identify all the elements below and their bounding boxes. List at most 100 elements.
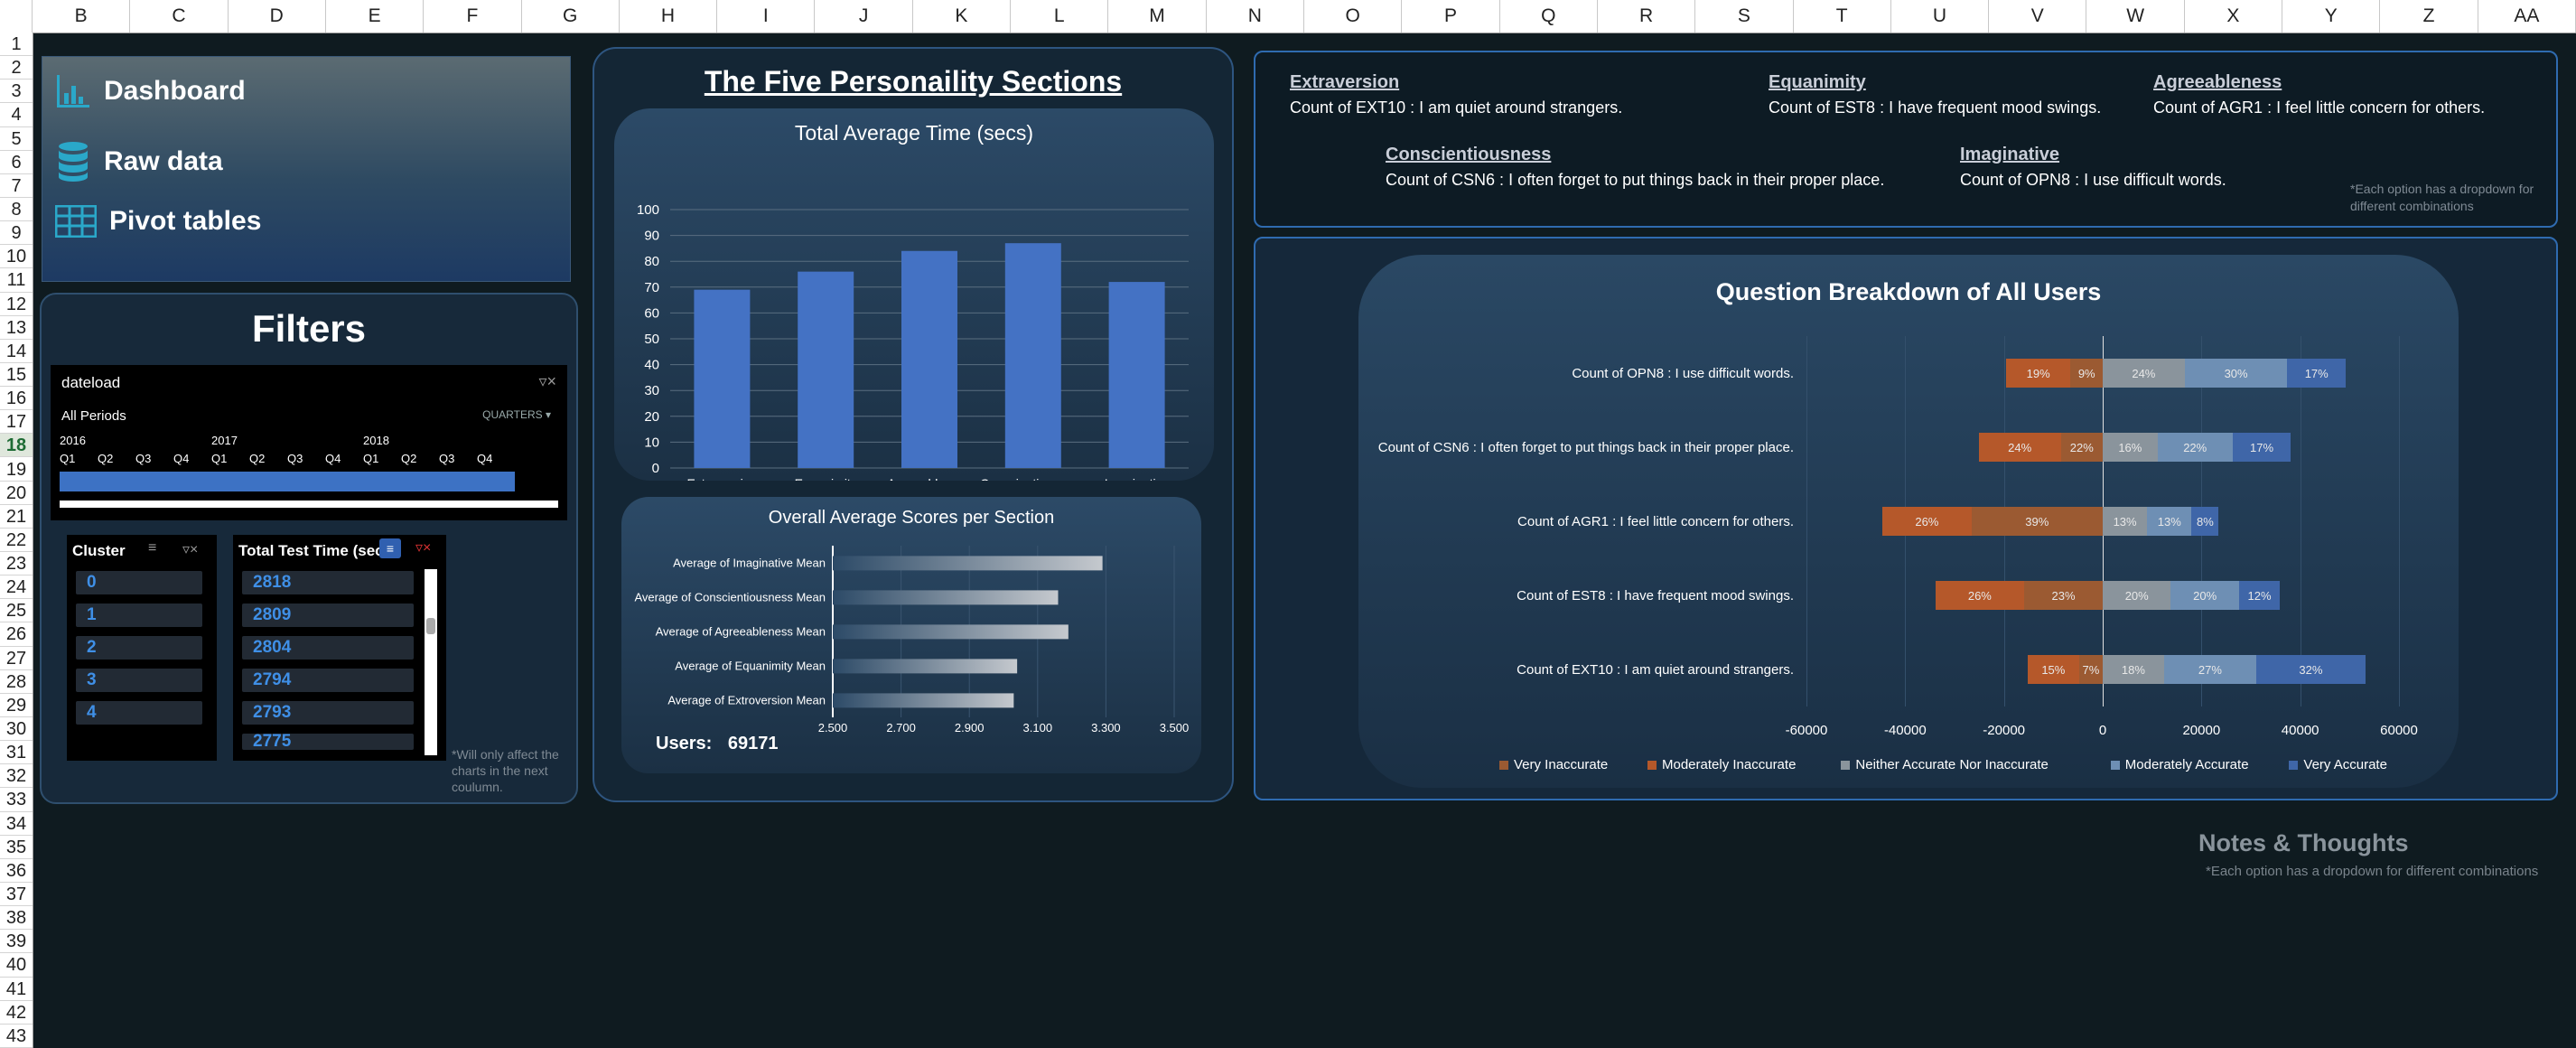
bar-segment[interactable]: 17% xyxy=(2287,359,2346,388)
row-header-cell[interactable]: 19 xyxy=(0,458,33,482)
row-header-cell[interactable]: 5 xyxy=(0,127,33,151)
column-header-cell[interactable]: H xyxy=(620,0,718,33)
timeline-quarter[interactable]: Q3 xyxy=(287,452,303,465)
column-header-cell[interactable]: P xyxy=(1402,0,1500,33)
cluster-item[interactable]: 0 xyxy=(76,571,202,594)
clear-filter-icon[interactable]: ▿× xyxy=(415,538,431,557)
column-header-cell[interactable]: S xyxy=(1695,0,1794,33)
row-header-cell[interactable]: 8 xyxy=(0,198,33,222)
nav-dashboard[interactable]: Dashboard xyxy=(55,73,246,109)
timeline-quarter[interactable]: Q3 xyxy=(439,452,454,465)
column-header-cell[interactable]: C xyxy=(130,0,229,33)
nav-raw-data[interactable]: Raw data xyxy=(55,140,223,183)
bar[interactable] xyxy=(833,556,1103,571)
row-header-cell[interactable]: 11 xyxy=(0,268,33,293)
bar-segment[interactable]: 17% xyxy=(2232,433,2291,462)
test-time-item[interactable]: 2809 xyxy=(242,604,414,627)
timeline-selection-bar[interactable] xyxy=(60,472,515,491)
column-header-cell[interactable]: U xyxy=(1891,0,1990,33)
timeline-scrollbar[interactable] xyxy=(60,501,558,508)
bar[interactable] xyxy=(798,271,854,468)
legend-item[interactable]: Moderately Inaccurate xyxy=(1647,757,1796,772)
legend-item[interactable]: Very Accurate xyxy=(2289,757,2387,772)
row-header-cell[interactable]: 10 xyxy=(0,245,33,269)
bar-segment[interactable]: 24% xyxy=(2103,359,2185,388)
bar-segment[interactable]: 19% xyxy=(2005,359,2071,388)
cluster-item[interactable]: 1 xyxy=(76,604,202,627)
row-header-cell[interactable]: 38 xyxy=(0,906,33,931)
row-header-cell[interactable]: 4 xyxy=(0,103,33,127)
select-all-corner[interactable] xyxy=(0,0,33,33)
timeline-quarter[interactable]: Q1 xyxy=(211,452,227,465)
row-header-cell[interactable]: 7 xyxy=(0,174,33,198)
row-header-cell[interactable]: 35 xyxy=(0,836,33,859)
row-header-cell[interactable]: 28 xyxy=(0,670,33,694)
bar-segment[interactable]: 22% xyxy=(2157,433,2233,462)
bar-segment[interactable]: 8% xyxy=(2191,507,2219,536)
column-header-cell[interactable]: Z xyxy=(2380,0,2478,33)
row-header-cell[interactable]: 25 xyxy=(0,599,33,623)
test-time-item[interactable]: 2775 xyxy=(242,734,414,750)
cluster-item[interactable]: 3 xyxy=(76,669,202,692)
clear-filter-icon[interactable]: ▿× xyxy=(538,372,556,391)
row-header-cell[interactable]: 42 xyxy=(0,1001,33,1025)
cluster-slicer[interactable]: Cluster ≡ ▿× 0 1 2 3 4 xyxy=(67,535,217,761)
legend-item[interactable]: Very Inaccurate xyxy=(1499,757,1608,772)
bar-segment[interactable]: 20% xyxy=(2103,581,2171,610)
column-header-cell[interactable]: F xyxy=(424,0,522,33)
column-header-cell[interactable]: O xyxy=(1304,0,1403,33)
row-header-cell[interactable]: 2 xyxy=(0,56,33,80)
bar[interactable] xyxy=(833,659,1018,674)
row-header-cell[interactable]: 12 xyxy=(0,293,33,316)
column-header-cell[interactable]: V xyxy=(1989,0,2087,33)
column-header-cell[interactable]: L xyxy=(1011,0,1109,33)
bar[interactable] xyxy=(1004,243,1061,468)
row-header-cell[interactable]: 43 xyxy=(0,1025,33,1048)
nav-pivot-tables[interactable]: Pivot tables xyxy=(55,205,261,238)
timeline-slicer[interactable]: dateload ▿× All Periods QUARTERS ▾ 2016 2… xyxy=(51,365,567,520)
row-header-cell[interactable]: 32 xyxy=(0,764,33,789)
row-header-cell[interactable]: 41 xyxy=(0,978,33,1001)
column-header-cell[interactable]: T xyxy=(1794,0,1891,33)
multi-select-icon[interactable]: ≡ xyxy=(379,538,401,558)
timeline-quarter[interactable]: Q4 xyxy=(173,452,189,465)
row-header-cell[interactable]: 18 xyxy=(0,434,33,458)
row-header-cell[interactable]: 21 xyxy=(0,505,33,529)
bar-segment[interactable]: 39% xyxy=(1971,507,2103,536)
bar[interactable] xyxy=(901,250,957,468)
row-header-cell[interactable]: 34 xyxy=(0,812,33,836)
test-time-item[interactable]: 2794 xyxy=(242,669,414,692)
row-header-cell[interactable]: 15 xyxy=(0,363,33,388)
bar-segment[interactable]: 26% xyxy=(1882,507,1972,536)
row-header-cell[interactable]: 36 xyxy=(0,859,33,883)
bar[interactable] xyxy=(694,289,751,468)
column-header-cell[interactable]: D xyxy=(229,0,326,33)
column-header-cell[interactable]: AA xyxy=(2478,0,2576,33)
bar[interactable] xyxy=(833,624,1069,640)
legend-item[interactable]: Moderately Accurate xyxy=(2110,757,2249,772)
timeline-quarter[interactable]: Q2 xyxy=(98,452,113,465)
row-header-cell[interactable]: 3 xyxy=(0,80,33,104)
bar-segment[interactable]: 22% xyxy=(2060,433,2103,462)
timeline-quarter[interactable]: Q4 xyxy=(477,452,492,465)
row-header-cell[interactable]: 20 xyxy=(0,482,33,505)
legend-item[interactable]: Neither Accurate Nor Inaccurate xyxy=(1841,757,2049,772)
row-header-cell[interactable]: 17 xyxy=(0,410,33,435)
column-header-cell[interactable]: Y xyxy=(2282,0,2381,33)
cluster-item[interactable]: 4 xyxy=(76,701,202,725)
bar-segment[interactable]: 32% xyxy=(2256,655,2366,684)
test-time-item[interactable]: 2793 xyxy=(242,701,414,725)
row-header-cell[interactable]: 37 xyxy=(0,883,33,907)
bar-segment[interactable]: 9% xyxy=(2070,359,2103,388)
bar-segment[interactable]: 18% xyxy=(2103,655,2164,684)
column-header-cell[interactable]: I xyxy=(717,0,816,33)
column-header-cell[interactable]: J xyxy=(815,0,913,33)
row-header-cell[interactable]: 9 xyxy=(0,221,33,246)
scrollbar-thumb[interactable] xyxy=(426,618,435,634)
bar-segment[interactable]: 20% xyxy=(2170,581,2239,610)
clear-filter-icon[interactable]: ▿× xyxy=(182,540,198,558)
row-header-cell[interactable]: 31 xyxy=(0,741,33,765)
row-header-cell[interactable]: 33 xyxy=(0,788,33,812)
row-header-cell[interactable]: 23 xyxy=(0,552,33,576)
bar-segment[interactable]: 24% xyxy=(1978,433,2061,462)
